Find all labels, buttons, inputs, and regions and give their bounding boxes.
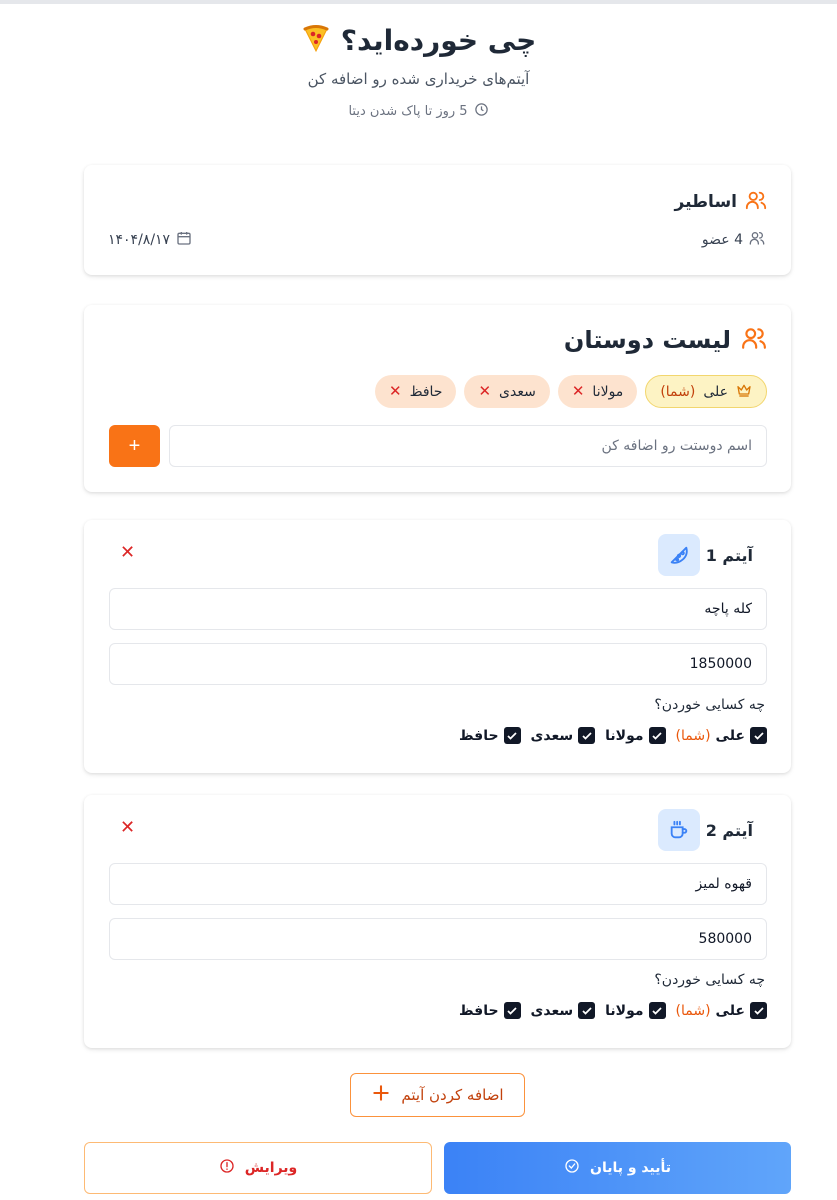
- friend-chip: مولانا ✕: [557, 375, 638, 408]
- eater-checkbox[interactable]: سعدی: [531, 1002, 596, 1019]
- eater-name: حافظ: [459, 727, 499, 744]
- page-title: چی خورده‌اید؟: [340, 23, 537, 57]
- checkbox-checked-icon[interactable]: [578, 1002, 596, 1019]
- confirm-finish-button[interactable]: تأیید و پایان: [444, 1142, 791, 1194]
- pizza-slice-icon: [657, 534, 700, 576]
- checkbox-checked-icon[interactable]: [750, 1002, 767, 1019]
- confirm-label: تأیید و پایان: [590, 1160, 671, 1176]
- eater-checkbox[interactable]: مولانا: [605, 1002, 666, 1019]
- expiry-text: 5 روز تا پاک شدن دیتا: [348, 104, 468, 119]
- checkbox-checked-icon[interactable]: [648, 727, 666, 744]
- remove-item-icon[interactable]: ✕: [120, 544, 135, 562]
- coffee-cup-icon: [657, 809, 700, 851]
- checkbox-checked-icon[interactable]: [578, 727, 596, 744]
- top-border: [0, 0, 837, 4]
- edit-button[interactable]: ویرایش: [84, 1142, 432, 1194]
- add-friend-input[interactable]: [169, 425, 767, 467]
- remove-friend-icon[interactable]: ✕: [389, 384, 402, 399]
- checkbox-checked-icon[interactable]: [503, 727, 521, 744]
- item-price-input[interactable]: [109, 918, 767, 960]
- group-name: اساطیر: [674, 192, 737, 212]
- clock-icon: [474, 102, 489, 121]
- eater-name: علی: [715, 727, 745, 744]
- eater-name: سعدی: [530, 1002, 574, 1019]
- eater-name: حافظ: [459, 1002, 499, 1019]
- friend-chip: حافظ ✕: [374, 375, 457, 408]
- checkbox-checked-icon[interactable]: [750, 727, 767, 744]
- item-name-input[interactable]: [109, 588, 767, 630]
- eater-checkbox[interactable]: علی (شما): [676, 727, 767, 744]
- remove-friend-icon[interactable]: ✕: [572, 384, 585, 399]
- eater-checkbox[interactable]: سعدی: [531, 727, 596, 744]
- friend-name: مولانا: [592, 383, 624, 400]
- pizza-icon: [301, 23, 331, 57]
- add-item-label: اضافه کردن آیتم: [401, 1086, 504, 1104]
- users-icon: [745, 189, 767, 215]
- eater-checkbox[interactable]: حافظ: [459, 727, 521, 744]
- plus-icon: [371, 1083, 391, 1107]
- owner-you-label: (شما): [660, 383, 696, 400]
- friends-title: لیست دوستان: [563, 326, 731, 354]
- eater-you-label: (شما): [675, 1002, 711, 1019]
- owner-name: علی: [703, 383, 728, 400]
- eaters-label: چه کسایی خوردن؟: [654, 972, 765, 988]
- remove-friend-icon[interactable]: ✕: [478, 384, 491, 399]
- members-icon: [749, 230, 765, 250]
- eater-checkbox[interactable]: علی (شما): [676, 1002, 767, 1019]
- edit-label: ویرایش: [244, 1160, 298, 1176]
- item-card: آیتم 2 ✕ چه کسایی خوردن؟ علی (شما) مولان…: [84, 795, 791, 1048]
- eaters-checklist: علی (شما) مولانا سعدی حافظ: [459, 727, 767, 744]
- group-info-card: اساطیر 4 عضو ۱۴۰۴/۸/۱۷: [84, 165, 791, 275]
- item-price-input[interactable]: [109, 643, 767, 685]
- member-count-text: 4 عضو: [701, 232, 743, 248]
- friend-chip: سعدی ✕: [464, 375, 550, 408]
- eater-you-label: (شما): [675, 727, 711, 744]
- eater-name: مولانا: [605, 727, 644, 744]
- friends-card: لیست دوستان علی (شما) مولانا ✕ سعدی ✕ حا…: [84, 305, 791, 492]
- friend-chip-owner[interactable]: علی (شما): [645, 375, 767, 408]
- group-date: ۱۴۰۴/۸/۱۷: [108, 230, 192, 250]
- friend-name: حافظ: [409, 383, 443, 400]
- item-name-input[interactable]: [109, 863, 767, 905]
- item-title: آیتم 2: [705, 820, 753, 840]
- checkbox-checked-icon[interactable]: [648, 1002, 666, 1019]
- eaters-checklist: علی (شما) مولانا سعدی حافظ: [459, 1002, 767, 1019]
- friend-chips: علی (شما) مولانا ✕ سعدی ✕ حافظ ✕: [374, 375, 767, 408]
- check-circle-icon: [564, 1158, 580, 1178]
- users-icon: [741, 325, 767, 355]
- page-header: چی خورده‌اید؟ آیتم‌های خریداری شده رو اض…: [0, 18, 837, 121]
- calendar-icon: [176, 230, 192, 250]
- item-title: آیتم 1: [705, 545, 753, 565]
- data-expiry-notice: 5 روز تا پاک شدن دیتا: [0, 102, 837, 121]
- item-card: آیتم 1 ✕ چه کسایی خوردن؟ علی (شما) مولان…: [84, 520, 791, 773]
- add-item-button[interactable]: اضافه کردن آیتم: [350, 1073, 525, 1117]
- eater-name: علی: [715, 1002, 745, 1019]
- checkbox-checked-icon[interactable]: [503, 1002, 521, 1019]
- crown-icon: [736, 383, 752, 401]
- friend-name: سعدی: [499, 383, 536, 400]
- group-date-text: ۱۴۰۴/۸/۱۷: [108, 232, 171, 248]
- page-subtitle: آیتم‌های خریداری شده رو اضافه کن: [307, 70, 530, 88]
- alert-circle-icon: [219, 1158, 235, 1178]
- remove-item-icon[interactable]: ✕: [120, 819, 135, 837]
- eater-checkbox[interactable]: حافظ: [459, 1002, 521, 1019]
- eater-checkbox[interactable]: مولانا: [605, 727, 666, 744]
- add-friend-button[interactable]: +: [109, 425, 160, 467]
- eater-name: مولانا: [605, 1002, 644, 1019]
- eaters-label: چه کسایی خوردن؟: [654, 697, 765, 713]
- eater-name: سعدی: [530, 727, 574, 744]
- member-count: 4 عضو: [702, 230, 765, 250]
